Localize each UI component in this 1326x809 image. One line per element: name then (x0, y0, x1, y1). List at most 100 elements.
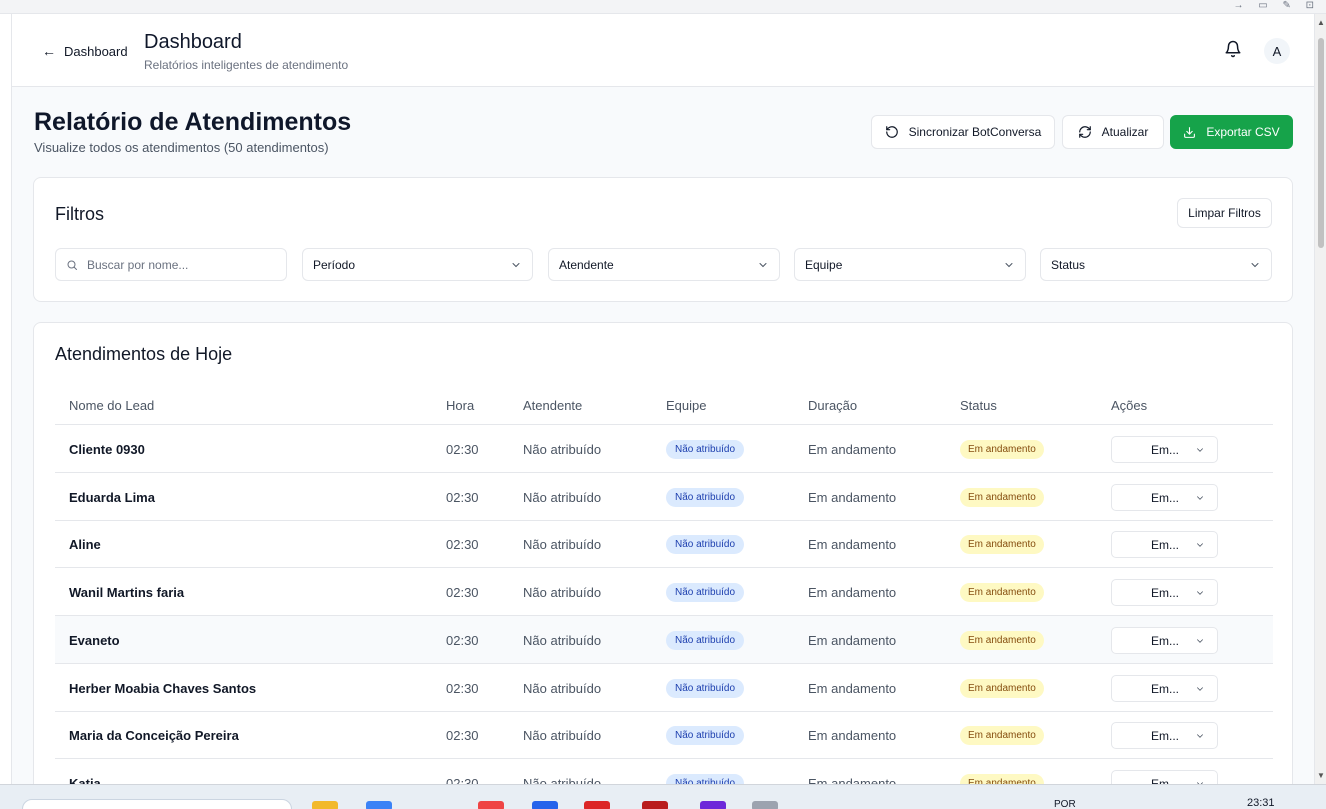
chevron-down-icon (1197, 543, 1203, 548)
period-select[interactable]: Período (302, 248, 533, 281)
chevron-down-icon (1197, 591, 1203, 595)
table-row[interactable]: Herber Moabia Chaves Santos 02:30 Não atri… (55, 664, 1273, 712)
row-action-select[interactable]: Em... (1111, 436, 1218, 463)
row-action-select[interactable]: Em... (1111, 531, 1218, 559)
table-row[interactable]: Wanil Martins faria 02:30 Não atribuído Não… (55, 568, 1273, 617)
status-badge: Em andamento (960, 440, 1044, 459)
bell-icon[interactable] (1224, 40, 1242, 58)
browser-toolbar-icons[interactable]: → ▭ ✎ ⊡ (1233, 0, 1320, 11)
lead-duration: Em andamento (808, 632, 897, 648)
attendant-select-value: Atendente (559, 257, 614, 272)
header-title: Dashboard (144, 31, 242, 53)
team-badge: Não atribuído (666, 678, 745, 698)
lead-duration: Em andamento (808, 442, 897, 457)
browser-app-icon[interactable] (478, 801, 504, 809)
chevron-down-icon (512, 263, 520, 268)
chevron-down-icon (1197, 448, 1203, 452)
table-row[interactable]: Cliente 0930 02:30 Não atribuído Não atribu… (55, 425, 1273, 473)
column-header-attendant[interactable]: Atendente (523, 398, 582, 413)
chevron-down-icon (759, 263, 767, 268)
lead-duration: Em andamento (808, 585, 897, 601)
status-badge: Em andamento (960, 678, 1044, 698)
media-app-icon[interactable] (642, 801, 668, 809)
lead-name: Eduarda Lima (69, 489, 155, 505)
filters-card: Filtros Limpar Filtros Buscar por nome..… (33, 177, 1293, 302)
lead-time: 02:30 (446, 537, 479, 553)
row-action-select[interactable]: Em... (1111, 722, 1218, 750)
status-select-value: Status (1051, 257, 1086, 272)
lead-duration: Em andamento (808, 489, 897, 505)
export-csv-button[interactable]: Exportar CSV (1170, 115, 1293, 149)
lead-time: 02:30 (446, 728, 479, 744)
row-action-value: Em... (1151, 490, 1180, 505)
filters-title: Filtros (55, 204, 104, 224)
status-select[interactable]: Status (1040, 248, 1272, 281)
avatar[interactable]: A (1264, 38, 1290, 64)
scroll-up-icon[interactable]: ▲ (1317, 18, 1325, 27)
lead-attendant: Não atribuído (523, 537, 602, 553)
row-action-value: Em... (1151, 729, 1180, 744)
office-app-icon[interactable] (584, 801, 610, 809)
column-header-duration[interactable]: Duração (808, 398, 857, 413)
column-header-team[interactable]: Equipe (666, 398, 706, 413)
row-action-select[interactable]: Em... (1111, 674, 1218, 702)
scroll-down-icon[interactable]: ▼ (1317, 771, 1325, 780)
lead-attendant: Não atribuído (523, 489, 602, 505)
team-select-value: Equipe (805, 257, 843, 272)
taskbar-clock[interactable]: 23:31 (1247, 797, 1275, 809)
column-header-time[interactable]: Hora (446, 398, 474, 413)
lead-attendant: Não atribuído (523, 442, 602, 457)
team-badge: Não atribuído (666, 487, 745, 507)
arrow-left-icon: ← (42, 43, 56, 59)
lead-name: Aline (69, 537, 101, 553)
row-action-select[interactable]: Em... (1111, 483, 1218, 511)
team-badge: Não atribuído (666, 440, 745, 459)
page-scrollbar[interactable]: ▲ ▼ (1314, 14, 1326, 784)
status-badge: Em andamento (960, 535, 1044, 555)
scrollbar-thumb[interactable] (1318, 38, 1324, 248)
row-action-value: Em... (1151, 538, 1180, 553)
team-select[interactable]: Equipe (794, 248, 1026, 281)
lead-attendant: Não atribuído (523, 585, 602, 601)
period-select-value: Período (313, 257, 356, 272)
team-badge: Não atribuído (666, 726, 745, 746)
folder-app-icon[interactable] (312, 801, 338, 809)
table-row[interactable]: Eduarda Lima 02:30 Não atribuído Não atribu… (55, 473, 1273, 521)
lead-time: 02:30 (446, 585, 479, 601)
calendar-app-icon[interactable] (532, 801, 558, 809)
row-action-value: Em... (1151, 681, 1180, 696)
download-icon (1184, 126, 1196, 138)
os-taskbar: POR 23:31 (0, 784, 1326, 809)
column-header-name[interactable]: Nome do Lead (69, 398, 154, 413)
column-header-status[interactable]: Status (960, 398, 997, 413)
team-badge: Não atribuído (666, 535, 745, 555)
back-to-dashboard-link[interactable]: ← Dashboard (42, 43, 128, 59)
row-action-value: Em... (1151, 443, 1180, 457)
lead-attendant: Não atribuído (523, 680, 602, 696)
rotate-ccw-icon (885, 126, 898, 138)
refresh-button[interactable]: Atualizar (1062, 115, 1164, 149)
table-row[interactable]: Aline 02:30 Não atribuído Não atribuído Em a… (55, 520, 1273, 569)
clear-filters-button[interactable]: Limpar Filtros (1177, 198, 1272, 228)
taskbar-search[interactable] (22, 799, 292, 809)
lead-duration: Em andamento (808, 537, 897, 553)
status-badge: Em andamento (960, 583, 1044, 603)
attendant-select[interactable]: Atendente (548, 248, 780, 281)
row-action-select[interactable]: Em... (1111, 579, 1218, 607)
table-row[interactable]: Evaneto 02:30 Não atribuído Não atribuído Em… (55, 615, 1273, 664)
mail-app-icon[interactable] (366, 801, 392, 809)
lead-time: 02:30 (446, 680, 479, 696)
row-action-select[interactable]: Em... (1111, 626, 1218, 654)
active-app-icon[interactable] (700, 801, 726, 809)
refresh-icon (1078, 126, 1091, 138)
search-input[interactable]: Buscar por nome... (55, 248, 287, 281)
sync-botconversa-button[interactable]: Sincronizar BotConversa (871, 115, 1055, 149)
chevron-down-icon (1197, 734, 1203, 739)
store-app-icon[interactable] (752, 801, 778, 809)
lead-name: Wanil Martins faria (69, 585, 185, 601)
table-row[interactable]: Maria da Conceição Pereira 02:30 Não atrib… (55, 711, 1273, 760)
keyboard-language[interactable]: POR (1054, 799, 1076, 809)
sync-button-label: Sincronizar BotConversa (908, 125, 1042, 139)
lead-name: Cliente 0930 (69, 442, 145, 457)
chevron-down-icon (1251, 263, 1259, 268)
